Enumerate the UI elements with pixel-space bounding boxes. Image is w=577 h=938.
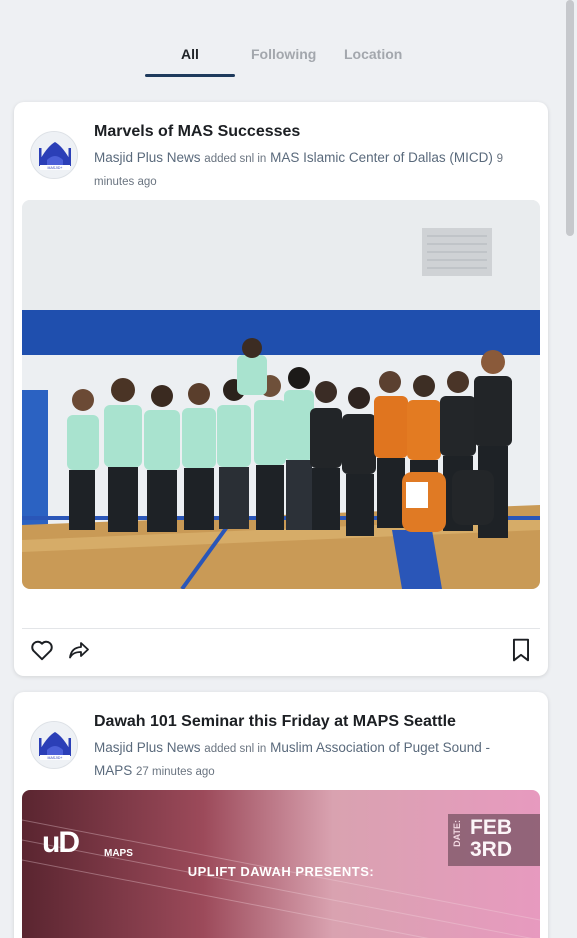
feed-tabs: All Following Location <box>0 0 562 92</box>
svg-text:MASJID+: MASJID+ <box>48 756 63 760</box>
flyer-presents: UPLIFT DAWAH PRESENTS: <box>187 864 375 879</box>
scrollbar[interactable] <box>562 0 577 938</box>
added-text: added snl in <box>204 153 267 165</box>
author-avatar[interactable]: MASJID+ <box>30 131 78 179</box>
post-divider <box>22 628 540 629</box>
post-title[interactable]: Marvels of MAS Successes <box>94 123 300 141</box>
author-link[interactable]: Masjid Plus News <box>94 740 201 755</box>
share-icon[interactable] <box>66 638 92 662</box>
post-title[interactable]: Dawah 101 Seminar this Friday at MAPS Se… <box>94 713 456 731</box>
post-meta: Masjid Plus News added snl in Muslim Ass… <box>94 737 524 783</box>
svg-text:MASJID+: MASJID+ <box>48 166 63 170</box>
active-tab-indicator <box>145 74 235 77</box>
tab-all[interactable]: All <box>181 46 199 62</box>
added-text: added snl in <box>204 743 267 755</box>
post-image[interactable]: uD MAPS UPLIFT DAWAH PRESENTS: DATE: FEB… <box>22 790 540 938</box>
maps-logo: MAPS <box>104 848 133 859</box>
author-avatar[interactable]: MASJID+ <box>30 721 78 769</box>
bookmark-icon[interactable] <box>510 637 532 663</box>
post-card: MASJID+ Dawah 101 Seminar this Friday at… <box>14 692 548 938</box>
tab-location[interactable]: Location <box>344 46 402 62</box>
flyer-date-month: FEB <box>470 816 512 839</box>
team-group-photo-icon <box>22 200 540 589</box>
flyer-date-label: DATE: <box>452 820 462 847</box>
flyer-date-day: 3RD <box>470 838 513 861</box>
post-card: MASJID+ Marvels of MAS Successes Masjid … <box>14 102 548 676</box>
uplift-dawah-logo: uD <box>42 826 80 859</box>
author-link[interactable]: Masjid Plus News <box>94 150 201 165</box>
mosque-logo-icon: MASJID+ <box>31 132 77 178</box>
heart-icon[interactable] <box>29 637 55 663</box>
post-meta: Masjid Plus News added snl in MAS Islami… <box>94 147 524 193</box>
mosque-logo-icon: MASJID+ <box>31 722 77 768</box>
flyer-date-box: DATE: FEB 3RD <box>448 814 540 866</box>
location-link[interactable]: MAS Islamic Center of Dallas (MICD) <box>270 150 493 165</box>
post-time: 27 minutes ago <box>136 766 215 778</box>
tab-following[interactable]: Following <box>251 46 316 62</box>
post-image[interactable] <box>22 200 540 589</box>
scrollbar-thumb[interactable] <box>566 0 574 236</box>
